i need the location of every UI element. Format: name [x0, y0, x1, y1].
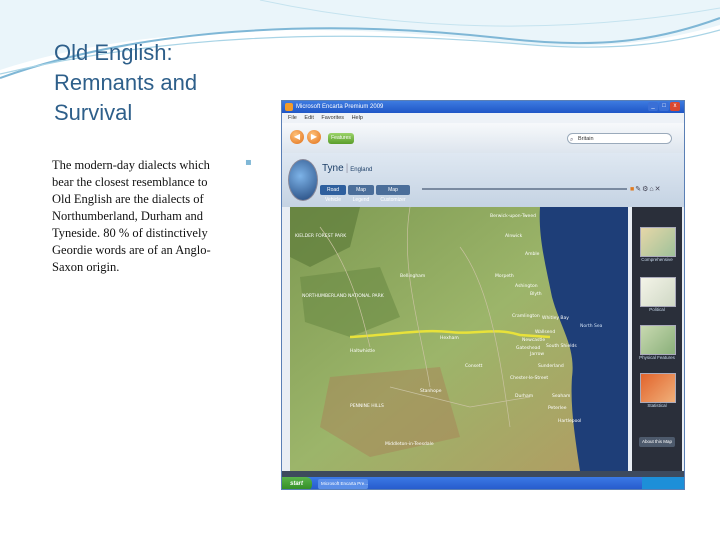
- label-city: Peterlee: [548, 405, 567, 411]
- body-line: The modern-day dialects which: [52, 158, 210, 172]
- label-city: Whitley Bay: [542, 315, 569, 321]
- encarta-window-screenshot: Microsoft Encarta Premium 2009 _ □ x Fil…: [281, 100, 685, 490]
- label-city: Chester-le-Street: [510, 375, 548, 381]
- political-thumbnail[interactable]: [640, 277, 676, 307]
- map-graphic: Berwick-upon-Tweed North Sea KIELDER FOR…: [290, 207, 628, 471]
- body-line: Saxon origin.: [52, 260, 120, 274]
- menu-bar: File Edit Favorites Help: [282, 113, 684, 123]
- search-input[interactable]: ⌕ Britain: [567, 133, 672, 144]
- menu-help[interactable]: Help: [352, 115, 363, 121]
- label-city: Wallsend: [535, 329, 555, 335]
- map-subtitle: England: [350, 167, 373, 173]
- windows-taskbar: start Microsoft Encarta Pre...: [282, 477, 684, 489]
- slide-title-line: Old English:: [54, 40, 173, 65]
- body-line: Tyneside. 80 % of distinctively: [52, 226, 208, 240]
- label-kielder-forest: KIELDER FOREST PARK: [295, 233, 347, 239]
- back-arrow-icon[interactable]: ◀: [290, 130, 304, 144]
- label-city: Stanhope: [420, 388, 442, 394]
- comprehensive-label: Comprehensive: [641, 257, 673, 262]
- menu-favorites[interactable]: Favorites: [321, 115, 344, 121]
- label-city: Jarrow: [529, 351, 544, 357]
- map-title-text: Tyne: [322, 163, 344, 174]
- start-label: start: [290, 481, 304, 487]
- label-berwick: Berwick-upon-Tweed: [490, 213, 536, 219]
- label-city: Consett: [465, 363, 483, 369]
- body-line: Northumberland, Durham and: [52, 209, 204, 223]
- tab-map-customizer[interactable]: Map Customizer: [376, 185, 410, 203]
- label-city: Hartlepool: [558, 418, 581, 424]
- slide-title-line: Remnants and: [54, 70, 198, 95]
- window-title: Microsoft Encarta Premium 2009: [296, 104, 384, 110]
- app-icon: [285, 103, 293, 111]
- statistical-thumbnail[interactable]: [640, 373, 676, 403]
- search-value: Britain: [578, 136, 594, 142]
- close-icon[interactable]: x: [670, 102, 680, 111]
- label-city: Haltwhistle: [350, 348, 375, 354]
- slide-title-line: Survival: [54, 100, 133, 125]
- window-titlebar: Microsoft Encarta Premium 2009 _ □ x: [282, 101, 684, 113]
- label-city: South Shields: [546, 343, 577, 349]
- taskbar-item-encarta[interactable]: Microsoft Encarta Pre...: [318, 479, 368, 489]
- search-icon: ⌕: [570, 137, 574, 143]
- tab-map-legend[interactable]: Map Legend: [348, 185, 374, 203]
- label-city: Alnwick: [505, 233, 523, 239]
- maximize-icon[interactable]: □: [659, 102, 669, 111]
- label-city: Bellingham: [400, 273, 425, 279]
- political-label: Political: [649, 307, 665, 312]
- label-city: Ashington: [515, 283, 538, 289]
- label-national-park: NORTHUMBERLAND NATIONAL PARK: [302, 293, 385, 299]
- slide-title: Old English: Remnants and Survival: [54, 38, 264, 128]
- label-pennine-hills: PENNINE HILLS: [350, 403, 384, 409]
- map-title: Tyne | England: [322, 163, 373, 174]
- body-line: Old English are the dialects of: [52, 192, 204, 206]
- globe-icon: [288, 159, 318, 201]
- label-city: Amble: [525, 251, 540, 257]
- system-tray: [642, 477, 684, 489]
- physical-features-label: Physical Features: [639, 355, 675, 360]
- forward-arrow-icon[interactable]: ▶: [307, 130, 321, 144]
- label-city: Morpeth: [495, 273, 514, 279]
- map-style-panel: Comprehensive Political Physical Feature…: [632, 207, 682, 471]
- label-city: Gateshead: [516, 345, 541, 351]
- toolbar: ◀ ▶ Features ⌕ Britain: [282, 123, 684, 153]
- label-city: Seaham: [552, 393, 570, 399]
- slide-body-text: The modern-day dialects which bear the c…: [52, 157, 252, 276]
- zoom-slider[interactable]: [422, 188, 627, 190]
- statistical-label: Statistical: [647, 403, 667, 408]
- label-north-sea: North Sea: [580, 323, 603, 329]
- body-line: bear the closest resemblance to: [52, 175, 208, 189]
- menu-edit[interactable]: Edit: [304, 115, 313, 121]
- label-city: Hexham: [440, 335, 459, 341]
- menu-file[interactable]: File: [288, 115, 297, 121]
- body-line: Geordie words are of an Anglo-: [52, 243, 211, 257]
- start-button[interactable]: start: [282, 477, 312, 489]
- features-button[interactable]: Features: [328, 133, 354, 144]
- label-city: Blyth: [530, 291, 542, 297]
- label-city: Durham: [515, 393, 533, 399]
- label-city: Middleton-in-Teesdale: [385, 441, 434, 447]
- map-header: Tyne | England Road Vehicle Map Legend Map…: [282, 153, 684, 207]
- bullet-marker: ▪: [245, 157, 252, 168]
- tab-road-vehicle[interactable]: Road Vehicle: [320, 185, 346, 203]
- label-city: Sunderland: [538, 363, 564, 369]
- label-city: Cramlington: [512, 313, 540, 319]
- about-this-map-button[interactable]: About this Map: [639, 437, 675, 447]
- comprehensive-thumbnail[interactable]: [640, 227, 676, 257]
- physical-features-thumbnail[interactable]: [640, 325, 676, 355]
- map-view[interactable]: Berwick-upon-Tweed North Sea KIELDER FOR…: [290, 207, 628, 471]
- minimize-icon[interactable]: _: [648, 102, 658, 111]
- label-city: Newcastle: [522, 337, 545, 343]
- map-tool-icons[interactable]: ■✎⚙⌂✕: [630, 185, 682, 195]
